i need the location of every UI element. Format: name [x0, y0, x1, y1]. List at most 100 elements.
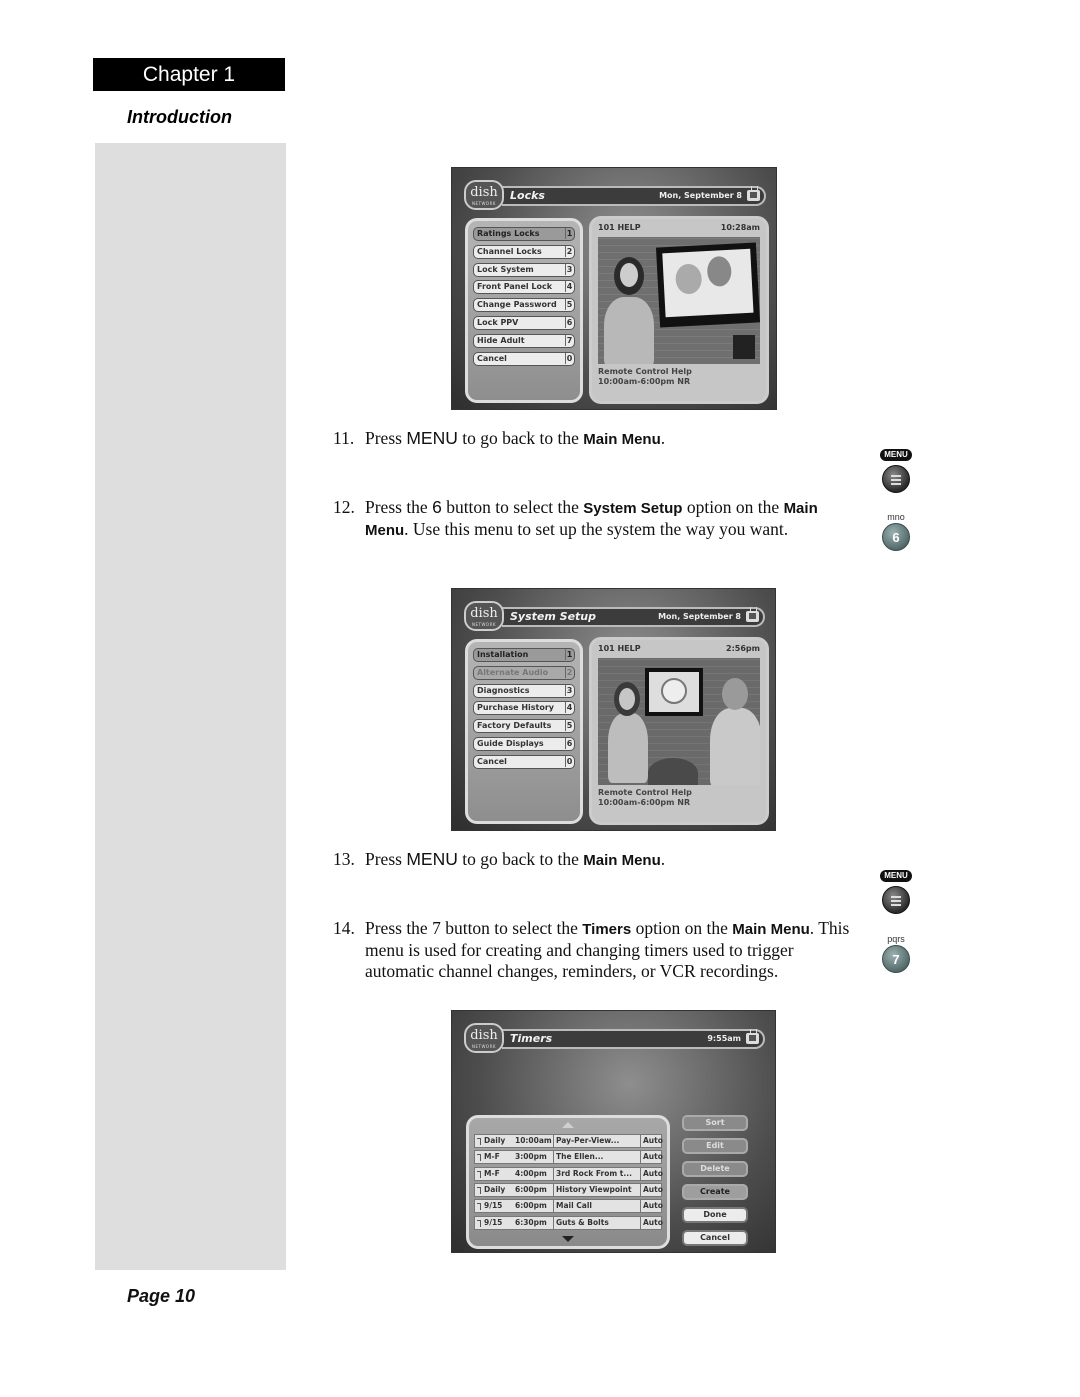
- text: to go back to the: [457, 849, 584, 869]
- help-video: [598, 658, 760, 785]
- step-12: 12. Press the 6 button to select the Sys…: [333, 497, 858, 541]
- timer-program: Mail Call: [553, 1200, 592, 1213]
- key-letters: mno: [887, 512, 905, 522]
- menu-item-key: 6: [565, 738, 573, 749]
- timer-icon: [477, 1138, 481, 1145]
- text: .: [660, 428, 666, 448]
- timer-icon: [477, 1203, 481, 1211]
- timer-mode: Auto: [640, 1135, 663, 1147]
- menu-item[interactable]: Lock PPV 6: [473, 316, 575, 330]
- menu-item-label: Guide Displays: [477, 739, 544, 748]
- menu-item[interactable]: Front Panel Lock 4: [473, 280, 575, 295]
- menu-item[interactable]: Cancel 0: [473, 754, 575, 769]
- cancel-button[interactable]: Cancel: [682, 1230, 748, 1246]
- page-number: Page 10: [127, 1286, 196, 1306]
- timer-program: The Ellen...: [553, 1151, 603, 1164]
- timer-frequency: Daily: [484, 1184, 506, 1194]
- screen-title: Timers: [510, 1032, 553, 1045]
- menu-item[interactable]: Alternate Audio 2: [473, 665, 575, 680]
- timer-row[interactable]: 9/15 6:30pm Guts & Bolts Auto: [474, 1215, 663, 1230]
- tv-icon: [747, 190, 760, 201]
- timer-row[interactable]: M-F 3:00pm The Ellen... Auto: [474, 1150, 663, 1165]
- key-name: MENU: [406, 428, 458, 448]
- edit-button[interactable]: Edit: [682, 1138, 748, 1154]
- menu-item[interactable]: Lock System 3: [473, 262, 575, 277]
- menu-item[interactable]: Change Password 5: [473, 298, 575, 313]
- menu-item-label: Ratings Locks: [477, 229, 540, 238]
- done-button[interactable]: Done: [682, 1207, 748, 1223]
- menu-label: MENU: [880, 870, 912, 882]
- help-video: [598, 237, 760, 364]
- logo-subtext: NETWORK: [472, 201, 496, 206]
- menu-item[interactable]: Ratings Locks 1: [473, 227, 575, 241]
- timers-screen: Timers 9:55am dish NETWORK Daily 10:00am Pa…: [451, 1010, 776, 1253]
- step-text: Press the 6 button to select the System …: [365, 497, 858, 541]
- dish-network-logo: dish NETWORK: [464, 1023, 504, 1053]
- menu-item-key: 4: [565, 702, 573, 714]
- create-button[interactable]: Create: [682, 1184, 748, 1200]
- option-name: System Setup: [583, 500, 683, 517]
- menu-item-key: 5: [565, 720, 573, 732]
- sort-button[interactable]: Sort: [682, 1115, 748, 1131]
- menu-item-key: 1: [565, 228, 573, 239]
- tv-icon: [746, 611, 759, 622]
- text: option on the: [631, 918, 733, 938]
- menu-button-icon: [882, 886, 910, 914]
- help-time: 2:56pm: [726, 644, 760, 653]
- locks-menu: Ratings Locks 1 Channel Locks 2 Lock System 3…: [465, 218, 583, 403]
- menu-label: MENU: [880, 449, 912, 461]
- step-11: 11. Press MENU to go back to the Main Me…: [333, 428, 858, 450]
- menu-item-label: Front Panel Lock: [477, 282, 553, 292]
- logo-text: dish: [470, 1028, 498, 1043]
- screen-date: Mon, September 8: [658, 612, 741, 621]
- timer-frequency: 9/15: [484, 1201, 503, 1211]
- timers-list: Daily 10:00am Pay-Per-View... Auto M-F 3:00pm…: [466, 1115, 670, 1249]
- menu-name: Main Menu: [583, 852, 661, 869]
- step-text: Press MENU to go back to the Main Menu.: [365, 849, 858, 871]
- menu-item[interactable]: Hide Adult 7: [473, 333, 575, 348]
- menu-item-label: Channel Locks: [477, 246, 542, 256]
- menu-item-label: Installation: [477, 650, 529, 659]
- menu-item-key: 4: [565, 281, 573, 293]
- help-footer: Remote Control Help 10:00am-6:00pm NR: [598, 367, 692, 387]
- presenter-woman: [608, 713, 648, 783]
- logo-text: dish: [470, 185, 498, 200]
- timer-row[interactable]: Daily 10:00am Pay-Per-View... Auto: [474, 1134, 663, 1148]
- menu-item[interactable]: Channel Locks 2: [473, 244, 575, 259]
- timer-row[interactable]: Daily 6:00pm History Viewpoint Auto: [474, 1182, 663, 1197]
- menu-item[interactable]: Installation 1: [473, 648, 575, 662]
- menu-item-label: Change Password: [477, 300, 557, 310]
- delete-button[interactable]: Delete: [682, 1161, 748, 1177]
- help-footer: Remote Control Help 10:00am-6:00pm NR: [598, 788, 692, 808]
- help-channel: 101 HELP: [598, 644, 641, 653]
- menu-item[interactable]: Purchase History 4: [473, 701, 575, 716]
- timer-mode: Auto: [640, 1151, 663, 1164]
- sidebar-margin: [95, 143, 286, 1270]
- menu-item[interactable]: Diagnostics 3: [473, 683, 575, 698]
- timer-frequency: 9/15: [484, 1217, 503, 1227]
- timer-time: 3:00pm: [515, 1152, 547, 1162]
- option-name: Timers: [582, 921, 632, 938]
- menu-item[interactable]: Guide Displays 6: [473, 737, 575, 751]
- timer-row[interactable]: M-F 4:00pm 3rd Rock From t... Auto: [474, 1166, 663, 1181]
- presenter: [604, 297, 654, 364]
- timer-time: 10:00am: [515, 1136, 552, 1145]
- text: . Use this menu to set up the system the…: [404, 519, 789, 539]
- timer-mode: Auto: [640, 1216, 663, 1229]
- presenter-man: [710, 708, 760, 785]
- help-line-1: Remote Control Help: [598, 788, 692, 797]
- timer-time: 6:30pm: [515, 1217, 547, 1227]
- title-bar: Timers 9:55am: [502, 1029, 765, 1049]
- timer-row[interactable]: 9/15 6:00pm Mail Call Auto: [474, 1199, 663, 1214]
- screen-date: Mon, September 8: [659, 191, 742, 200]
- screen-header: Timers 9:55am dish NETWORK: [464, 1023, 765, 1053]
- menu-item[interactable]: Factory Defaults 5: [473, 719, 575, 734]
- menu-item-label: Diagnostics: [477, 685, 530, 695]
- menu-item-key: 5: [565, 299, 573, 311]
- timer-frequency: M-F: [484, 1168, 500, 1178]
- scroll-up-icon: [562, 1122, 574, 1128]
- menu-item-key: 3: [565, 684, 573, 696]
- timer-time: 6:00pm: [515, 1184, 547, 1194]
- menu-item[interactable]: Cancel 0: [473, 351, 575, 366]
- menu-item-label: Lock System: [477, 264, 534, 274]
